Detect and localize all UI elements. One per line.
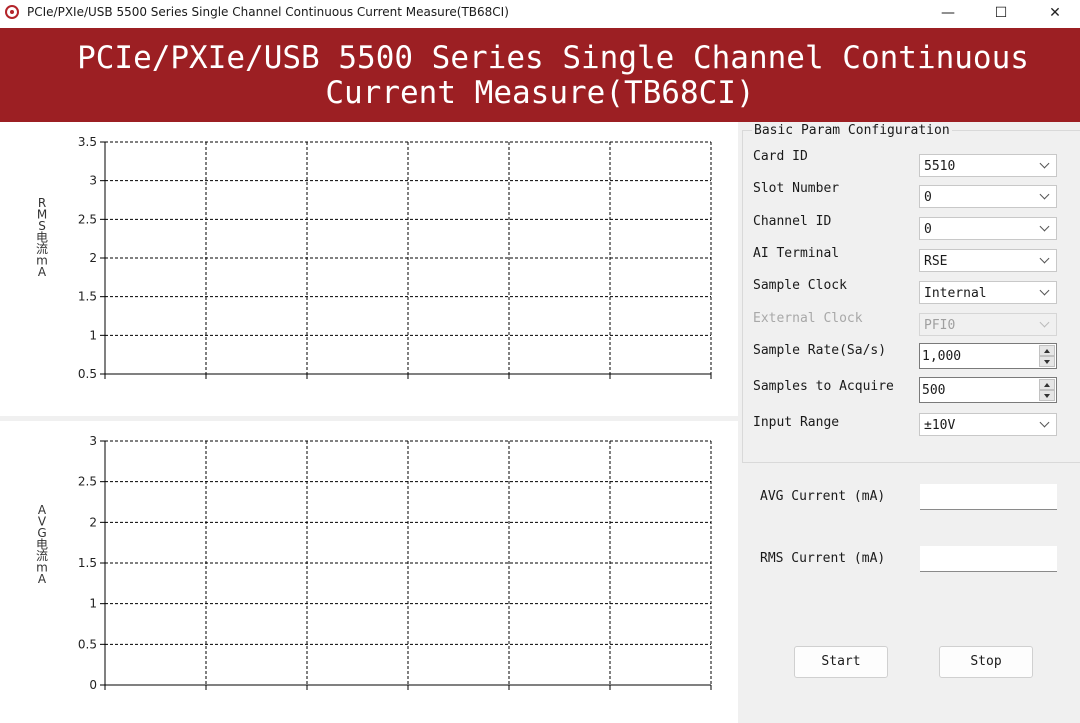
y-tick-label: 1 xyxy=(89,597,97,611)
header-banner: PCIe/PXIe/USB 5500 Series Single Channel… xyxy=(0,28,1080,122)
minimize-button[interactable]: — xyxy=(925,0,971,28)
slot-number-label: Slot Number xyxy=(753,181,840,196)
y-tick-label: 2 xyxy=(89,515,97,529)
spin-up-icon[interactable] xyxy=(1039,379,1055,390)
samples-to-acquire-label: Samples to Acquire xyxy=(753,379,894,394)
y-tick-label: 2.5 xyxy=(78,212,97,226)
window-title: PCIe/PXIe/USB 5500 Series Single Channel… xyxy=(27,5,509,19)
input-range-value: ±10V xyxy=(924,418,956,433)
y-tick-label: 2.5 xyxy=(78,475,97,489)
avg-current-chart: 32.521.510.50AVG电流mA xyxy=(36,434,712,692)
avg-current-output[interactable] xyxy=(920,484,1057,510)
external-clock-value: PFI0 xyxy=(924,318,956,333)
input-range-label: Input Range xyxy=(753,415,840,430)
start-button[interactable]: Start xyxy=(794,646,888,678)
banner-title-line-1: PCIe/PXIe/USB 5500 Series Single Channel… xyxy=(77,40,1029,76)
sample-rate-spinbox[interactable]: 1,000 xyxy=(919,343,1057,369)
chevron-down-icon xyxy=(1039,221,1050,232)
app-logo-icon xyxy=(5,5,19,19)
maximize-button[interactable]: ☐ xyxy=(978,0,1024,28)
y-tick-label: 3 xyxy=(89,434,97,448)
card-id-select[interactable]: 5510 xyxy=(919,154,1057,177)
y-tick-label: 2 xyxy=(89,251,97,265)
banner-title-line-2: Current Measure(TB68CI) xyxy=(325,75,755,111)
channel-id-value: 0 xyxy=(924,222,932,237)
spin-up-icon[interactable] xyxy=(1039,345,1055,356)
y-tick-label: 1 xyxy=(89,328,97,342)
spin-down-icon[interactable] xyxy=(1039,390,1055,401)
ai-terminal-select[interactable]: RSE xyxy=(919,249,1057,272)
sample-rate-label: Sample Rate(Sa/s) xyxy=(753,343,887,358)
chevron-down-icon xyxy=(1039,285,1050,296)
y-axis-label-char: A xyxy=(38,265,47,279)
chevron-down-icon xyxy=(1039,189,1050,200)
chevron-down-icon xyxy=(1039,158,1050,169)
y-tick-label: 1.5 xyxy=(78,290,97,304)
slot-number-select[interactable]: 0 xyxy=(919,185,1057,208)
rms-current-label: RMS Current (mA) xyxy=(760,551,886,566)
samples-to-acquire-spinbox[interactable]: 500 xyxy=(919,377,1057,403)
card-id-label: Card ID xyxy=(753,149,808,164)
chevron-down-icon xyxy=(1039,317,1050,328)
y-tick-label: 0.5 xyxy=(78,367,97,381)
sample-clock-select[interactable]: Internal xyxy=(919,281,1057,304)
sample-clock-label: Sample Clock xyxy=(753,278,847,293)
ai-terminal-value: RSE xyxy=(924,254,948,269)
y-tick-label: 3 xyxy=(89,174,97,188)
y-tick-label: 1.5 xyxy=(78,556,97,570)
channel-id-label: Channel ID xyxy=(753,214,832,229)
card-id-value: 5510 xyxy=(924,159,956,174)
slot-number-value: 0 xyxy=(924,190,932,205)
y-axis-label-char: A xyxy=(38,572,47,586)
window-titlebar: PCIe/PXIe/USB 5500 Series Single Channel… xyxy=(0,0,1080,28)
ai-terminal-label: AI Terminal xyxy=(753,246,840,261)
sample-rate-value: 1,000 xyxy=(922,349,962,364)
rms-current-output[interactable] xyxy=(920,546,1057,572)
stop-button[interactable]: Stop xyxy=(939,646,1033,678)
samples-to-acquire-value: 500 xyxy=(922,383,946,398)
external-clock-label: External Clock xyxy=(753,311,863,326)
close-button[interactable]: ✕ xyxy=(1032,0,1078,28)
rms-current-chart: 3.532.521.510.5RMS电流mA xyxy=(36,135,712,381)
avg-current-label: AVG Current (mA) xyxy=(760,489,886,504)
y-tick-label: 0.5 xyxy=(78,637,97,651)
input-range-select[interactable]: ±10V xyxy=(919,413,1057,436)
basic-param-group-title: Basic Param Configuration xyxy=(752,123,952,138)
y-tick-label: 3.5 xyxy=(78,135,97,149)
sample-clock-value: Internal xyxy=(924,286,987,301)
external-clock-select: PFI0 xyxy=(919,313,1057,336)
chevron-down-icon xyxy=(1039,417,1050,428)
y-tick-label: 0 xyxy=(89,678,97,692)
channel-id-select[interactable]: 0 xyxy=(919,217,1057,240)
spin-down-icon[interactable] xyxy=(1039,356,1055,367)
chevron-down-icon xyxy=(1039,253,1050,264)
